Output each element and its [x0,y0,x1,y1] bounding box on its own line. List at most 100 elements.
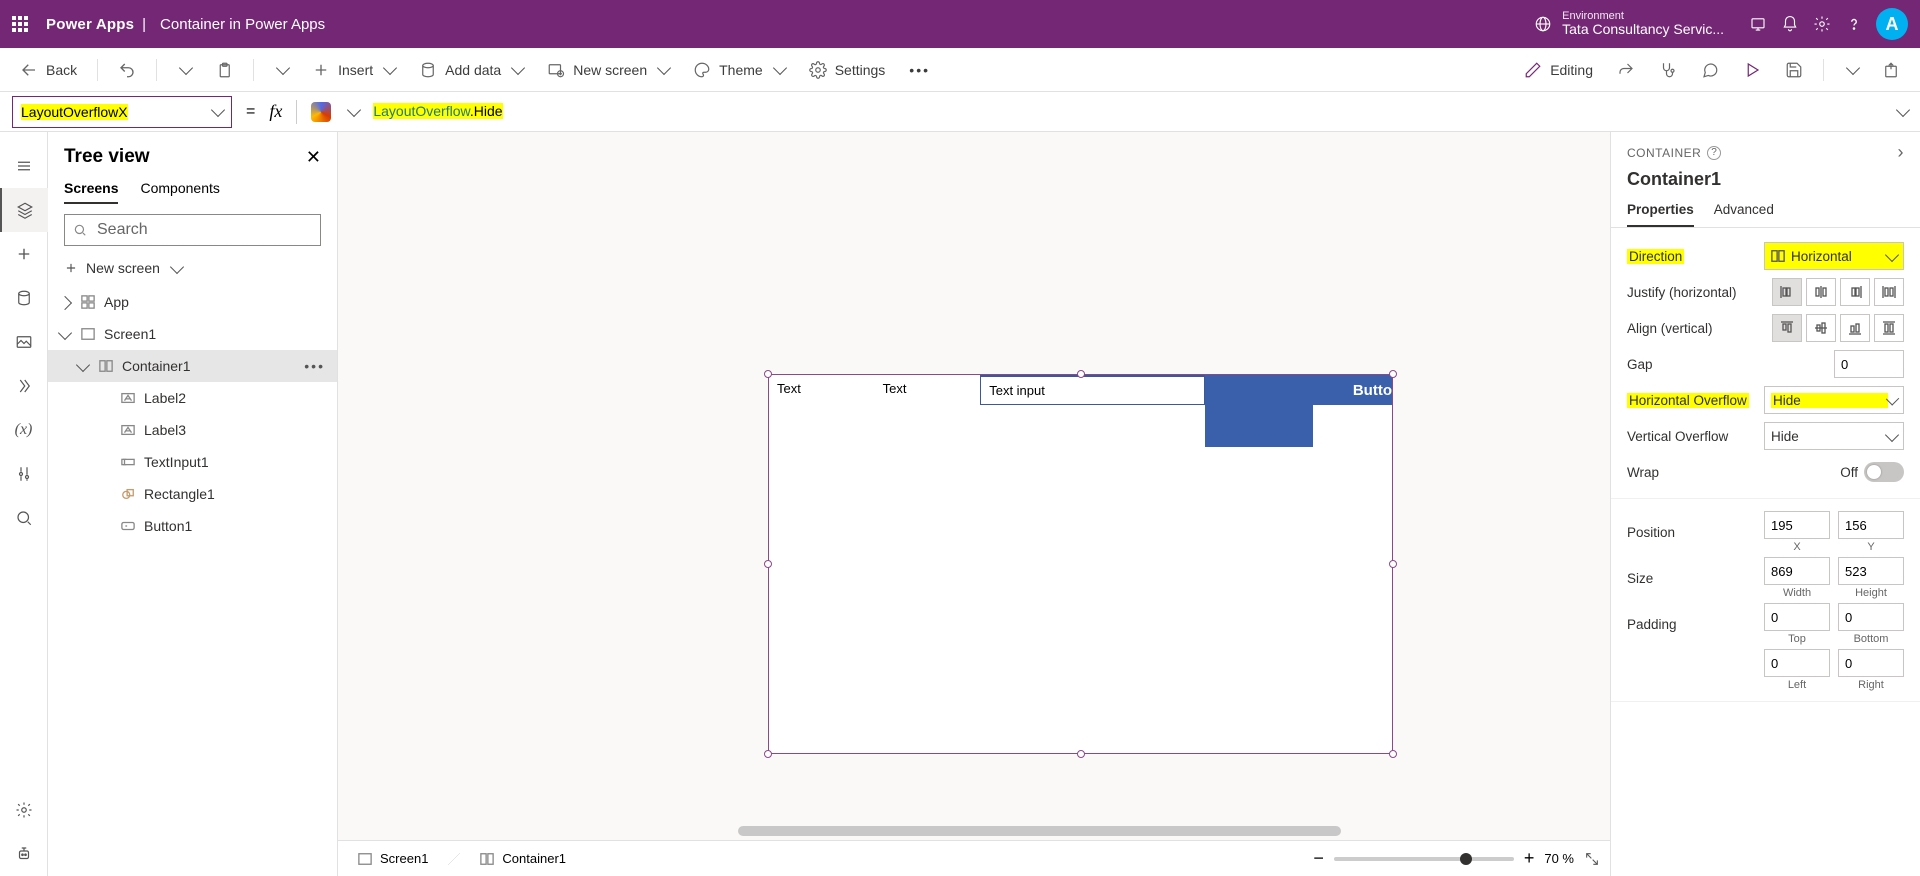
tree-item-screen1[interactable]: Screen1 [48,318,337,350]
align-bottom-button[interactable] [1840,314,1870,342]
justify-start-button[interactable] [1772,278,1802,306]
resize-handle[interactable] [1077,750,1085,758]
prop-h-overflow-select[interactable]: Hide [1764,386,1904,414]
prop-pad-bottom-input[interactable] [1838,603,1904,631]
canvas-label3[interactable]: Text [875,375,981,405]
rail-hamburger[interactable] [0,144,48,188]
rail-search[interactable] [0,496,48,540]
justify-end-button[interactable] [1840,278,1870,306]
prop-wrap-toggle[interactable] [1864,462,1904,482]
panel-collapse-icon[interactable]: › [1898,142,1905,163]
undo-button[interactable] [108,55,146,85]
preview-button[interactable] [1733,55,1771,85]
tab-components[interactable]: Components [140,180,219,204]
align-top-button[interactable] [1772,314,1802,342]
tree-item-rectangle1[interactable]: Rectangle1 [48,478,337,510]
tree-item-label2[interactable]: Label2 [48,382,337,414]
editing-mode-button[interactable]: Editing [1514,55,1603,85]
theme-button[interactable]: Theme [683,55,795,85]
rail-flows[interactable] [0,364,48,408]
tree-item-button1[interactable]: Button1 [48,510,337,542]
resize-handle[interactable] [1389,560,1397,568]
paste-button[interactable] [205,55,243,85]
tab-advanced[interactable]: Advanced [1714,202,1774,227]
tree-item-app[interactable]: App [48,286,337,318]
close-panel-icon[interactable]: ✕ [306,147,321,168]
settings-button[interactable]: Settings [799,55,896,85]
more-button[interactable]: ••• [899,56,940,84]
user-avatar[interactable]: A [1876,8,1908,40]
help-icon[interactable]: ? [1707,146,1721,160]
align-stretch-button[interactable] [1874,314,1904,342]
prop-width-input[interactable] [1764,557,1830,585]
resize-handle[interactable] [1389,370,1397,378]
copilot-icon[interactable] [311,102,331,122]
tree-item-more[interactable]: ••• [304,358,325,374]
back-button[interactable]: Back [10,55,87,85]
property-selector[interactable]: LayoutOverflowX [12,96,232,128]
align-middle-button[interactable] [1806,314,1836,342]
rail-virtual-agent[interactable] [0,832,48,876]
prop-height-input[interactable] [1838,557,1904,585]
justify-between-button[interactable] [1874,278,1904,306]
breadcrumb-screen[interactable]: Screen1 [348,847,438,870]
rail-data[interactable] [0,276,48,320]
formula-bar[interactable]: LayoutOverflow.Hide [373,103,502,120]
prop-y-input[interactable] [1838,511,1904,539]
tree-item-label3[interactable]: Label3 [48,414,337,446]
canvas-button[interactable]: Butto [1313,375,1392,405]
fit-screen-icon[interactable] [1584,851,1600,867]
resize-handle[interactable] [764,750,772,758]
rail-tools[interactable] [0,452,48,496]
resize-handle[interactable] [1077,370,1085,378]
prop-pad-top-input[interactable] [1764,603,1830,631]
new-screen-button[interactable]: New screen [537,55,679,85]
prop-x-input[interactable] [1764,511,1830,539]
control-name[interactable]: Container1 [1611,167,1920,198]
zoom-in-button[interactable]: + [1524,848,1535,869]
prop-gap-input[interactable] [1834,350,1904,378]
canvas-label2[interactable]: Text [769,375,875,405]
monitor-icon[interactable] [1742,15,1774,33]
prop-direction-select[interactable]: Horizontal [1764,242,1904,270]
help-icon[interactable] [1838,15,1870,33]
paste-dropdown[interactable] [264,60,298,79]
zoom-slider[interactable] [1334,857,1514,861]
resize-handle[interactable] [764,560,772,568]
canvas-h-scrollbar[interactable] [738,826,1600,838]
rail-media[interactable] [0,320,48,364]
resize-handle[interactable] [1389,750,1397,758]
save-dropdown[interactable] [1834,60,1868,79]
app-launcher-icon[interactable] [12,14,32,34]
save-button[interactable] [1775,55,1813,85]
prop-pad-right-input[interactable] [1838,649,1904,677]
comments-button[interactable] [1691,55,1729,85]
canvas-textinput[interactable]: Text input [980,375,1205,405]
checker-button[interactable] [1649,55,1687,85]
undo-dropdown[interactable] [167,60,201,79]
prop-v-overflow-select[interactable]: Hide [1764,422,1904,450]
tree-new-screen[interactable]: New screen [64,260,321,276]
rail-insert[interactable] [0,232,48,276]
chevron-down-icon[interactable] [347,103,361,117]
design-canvas[interactable]: Text Text Text input Butto [338,132,1610,840]
resize-handle[interactable] [764,370,772,378]
share-button[interactable] [1607,55,1645,85]
tab-screens[interactable]: Screens [64,180,118,204]
settings-gear-icon[interactable] [1806,15,1838,33]
rail-treeview[interactable] [0,188,48,232]
formula-expand-icon[interactable] [1896,103,1910,117]
tree-search[interactable]: Search [64,214,321,246]
zoom-out-button[interactable]: − [1313,848,1324,869]
publish-button[interactable] [1872,55,1910,85]
tree-item-textinput1[interactable]: TextInput1 [48,446,337,478]
insert-button[interactable]: Insert [302,55,405,85]
tree-item-container1[interactable]: Container1••• [48,350,337,382]
prop-pad-left-input[interactable] [1764,649,1830,677]
add-data-button[interactable]: Add data [409,55,533,85]
justify-center-button[interactable] [1806,278,1836,306]
selected-container[interactable]: Text Text Text input Butto [768,374,1393,754]
rail-settings[interactable] [0,788,48,832]
canvas-rectangle[interactable] [1205,375,1313,447]
tab-properties[interactable]: Properties [1627,202,1694,227]
